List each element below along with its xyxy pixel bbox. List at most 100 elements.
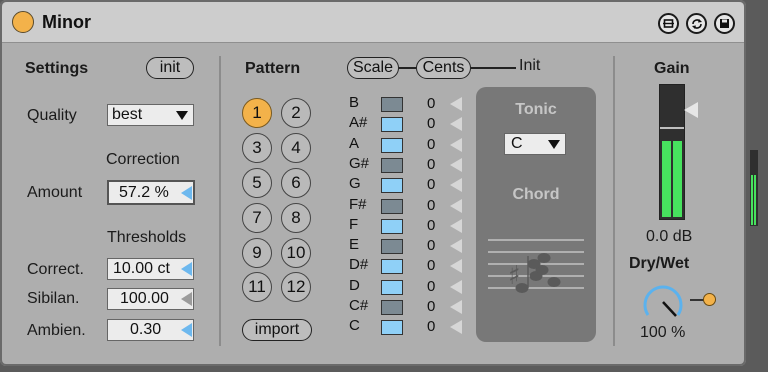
gain-meter[interactable] <box>659 84 685 220</box>
note-cents-slider-handle[interactable] <box>450 218 462 233</box>
meter-left-fill <box>662 141 671 217</box>
note-cents-slider-handle[interactable] <box>450 117 462 132</box>
drywet-mod-dot[interactable] <box>703 293 716 306</box>
note-name: G# <box>349 154 370 172</box>
track-meter-fill <box>751 175 753 225</box>
note-cents-slider-handle[interactable] <box>450 320 462 335</box>
pattern-button-1[interactable]: 1 <box>242 98 272 128</box>
note-cents-slider-handle[interactable] <box>450 239 462 254</box>
note-name: F <box>349 215 359 233</box>
pattern-button-10[interactable]: 10 <box>281 238 311 268</box>
pattern-heading: Pattern <box>245 60 301 77</box>
note-toggle[interactable] <box>381 259 403 275</box>
pattern-button-11[interactable]: 11 <box>242 272 272 302</box>
note-toggle[interactable] <box>381 178 403 194</box>
note-cents-value[interactable]: 0 <box>427 115 435 132</box>
note-cents-value[interactable]: 0 <box>427 278 435 295</box>
tonic-panel: Tonic C Chord ♯ <box>476 87 596 342</box>
quality-label: Quality <box>27 107 77 124</box>
note-name: E <box>349 236 360 254</box>
amount-label: Amount <box>27 184 83 201</box>
note-cents-value[interactable]: 0 <box>427 217 435 234</box>
note-cents-value[interactable]: 0 <box>427 176 435 193</box>
correction-label: Correction <box>106 151 180 168</box>
track-meter <box>750 150 758 226</box>
pattern-button-7[interactable]: 7 <box>242 203 272 233</box>
map-icon[interactable] <box>658 13 679 34</box>
note-name: A# <box>349 114 368 132</box>
device-power-button[interactable] <box>12 11 34 33</box>
tonic-dropdown[interactable]: C <box>504 133 566 155</box>
ambien-threshold-field[interactable]: 0.30 <box>107 319 194 341</box>
cents-button[interactable]: Cents <box>416 57 471 79</box>
scale-button[interactable]: Scale <box>347 57 399 79</box>
note-toggle[interactable] <box>381 117 403 133</box>
sibilan-slider-handle[interactable] <box>181 292 192 306</box>
note-cents-value[interactable]: 0 <box>427 197 435 214</box>
note-cents-slider-handle[interactable] <box>450 279 462 294</box>
note-cents-value[interactable]: 0 <box>427 95 435 112</box>
pattern-button-9[interactable]: 9 <box>242 238 272 268</box>
note-toggle[interactable] <box>381 97 403 112</box>
scale-init-button[interactable]: Init <box>519 57 540 75</box>
correct-slider-handle[interactable] <box>181 262 192 276</box>
quality-dropdown[interactable]: best <box>107 104 194 126</box>
amount-slider-handle[interactable] <box>181 186 192 200</box>
note-toggle[interactable] <box>381 137 403 153</box>
knob-arc <box>643 285 683 316</box>
pattern-button-12[interactable]: 12 <box>281 272 311 302</box>
sibilan-label: Sibilan. <box>27 290 80 307</box>
import-button[interactable]: import <box>242 319 312 341</box>
pattern-button-2[interactable]: 2 <box>281 98 311 128</box>
note-toggle[interactable] <box>381 300 403 315</box>
gain-value: 0.0 dB <box>646 228 693 245</box>
track-meter-fill <box>754 175 756 225</box>
pattern-button-4[interactable]: 4 <box>281 133 311 163</box>
pattern-button-8[interactable]: 8 <box>281 203 311 233</box>
correct-threshold-value: 10.00 ct <box>113 260 170 277</box>
note-cents-slider-handle[interactable] <box>450 178 462 193</box>
chord-staff-icon: ♯ <box>488 239 584 293</box>
note-cents-slider-handle[interactable] <box>450 259 462 274</box>
correct-threshold-field[interactable]: 10.00 ct <box>107 258 194 280</box>
sibilan-threshold-field[interactable]: 100.00 <box>107 288 194 310</box>
note-toggle[interactable] <box>381 198 403 214</box>
settings-init-button[interactable]: init <box>146 57 194 79</box>
knob-mod-connector <box>690 299 704 301</box>
note-cents-slider-handle[interactable] <box>450 198 462 213</box>
save-preset-icon[interactable] <box>714 13 735 34</box>
amount-field[interactable]: 57.2 % <box>107 180 195 205</box>
note-toggle[interactable] <box>381 239 403 255</box>
note-cents-value[interactable]: 0 <box>427 318 435 335</box>
note-toggle[interactable] <box>381 320 403 336</box>
note-toggle[interactable] <box>381 279 403 295</box>
note-cents-value[interactable]: 0 <box>427 257 435 274</box>
note-toggle[interactable] <box>381 218 403 234</box>
settings-heading: Settings <box>25 60 89 77</box>
device-title: Minor <box>42 12 91 32</box>
note-cents-value[interactable]: 0 <box>427 298 435 315</box>
pattern-button-5[interactable]: 5 <box>242 168 272 198</box>
correct-label: Correct. <box>27 261 84 278</box>
note-name: A <box>349 134 360 152</box>
pattern-button-6[interactable]: 6 <box>281 168 311 198</box>
note-name: B <box>349 94 360 111</box>
note-cents-slider-handle[interactable] <box>450 300 462 314</box>
ambien-threshold-value: 0.30 <box>130 321 162 338</box>
note-name: D# <box>349 256 369 274</box>
chevron-down-icon <box>548 140 560 149</box>
ambien-slider-handle[interactable] <box>181 323 192 337</box>
note-cents-value[interactable]: 0 <box>427 136 435 153</box>
note-cents-value[interactable]: 0 <box>427 237 435 254</box>
note-cents-slider-handle[interactable] <box>450 137 462 152</box>
gain-slider-handle[interactable] <box>684 102 698 118</box>
note-cents-value[interactable]: 0 <box>427 156 435 173</box>
section-divider <box>219 56 221 346</box>
note-cents-slider-handle[interactable] <box>450 97 462 111</box>
device-panel: Minor Settings init Quality best Correct… <box>0 0 746 366</box>
hot-swap-icon[interactable] <box>686 13 707 34</box>
pattern-button-3[interactable]: 3 <box>242 133 272 163</box>
note-cents-slider-handle[interactable] <box>450 157 462 172</box>
drywet-knob[interactable] <box>637 276 689 326</box>
note-toggle[interactable] <box>381 157 403 173</box>
